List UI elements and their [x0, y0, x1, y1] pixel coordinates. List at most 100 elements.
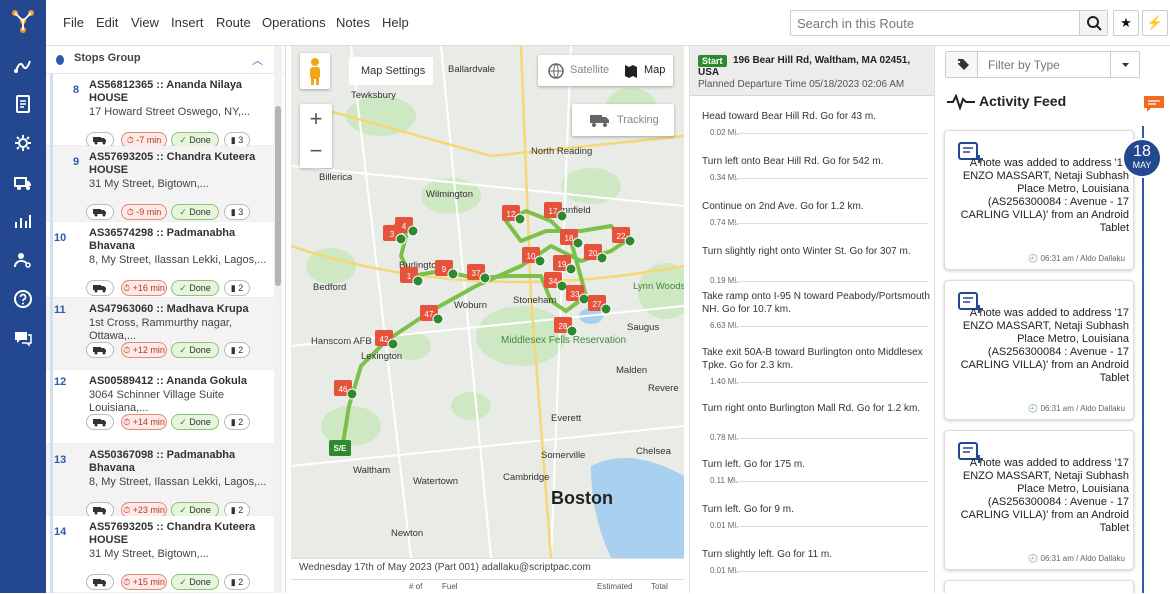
step-divider — [732, 326, 928, 327]
truck-icon — [93, 347, 106, 355]
map-place-label: Chelsea — [636, 446, 672, 457]
menu-view[interactable]: View — [131, 15, 159, 30]
stop-marker-label: 19 — [558, 260, 567, 269]
map-place-label: Boston — [551, 488, 613, 508]
filter-by-type[interactable]: Filter by Type — [945, 51, 1140, 78]
chat-bubble-icon[interactable] — [1143, 95, 1165, 113]
direction-step[interactable]: Turn left onto Bear Hill Rd. Go for 542 … — [702, 155, 930, 182]
direction-step[interactable]: Head toward Bear Hill Rd. Go for 43 m. 0.… — [702, 110, 930, 137]
stop-item[interactable]: 9 AS57693205 :: Chandra Kuteera HOUSE 31 M… — [46, 146, 276, 222]
menu-notes[interactable]: Notes — [336, 15, 370, 30]
menu-edit[interactable]: Edit — [96, 15, 118, 30]
menu-insert[interactable]: Insert — [171, 15, 204, 30]
direction-step[interactable]: Turn left. Go for 175 m. 0.11 Mi. — [702, 458, 930, 485]
activity-card[interactable]: A note was added to address '17 ENZO MAS… — [944, 130, 1134, 270]
notes-count-chip[interactable]: ▮ 2 — [224, 414, 250, 430]
map-settings-label: Map Settings — [361, 65, 426, 77]
map-settings-button[interactable]: Map Settings — [349, 57, 433, 85]
vehicle-chip[interactable] — [86, 342, 114, 358]
report-icon[interactable] — [13, 94, 33, 114]
filter-dropdown[interactable] — [1110, 52, 1139, 77]
favorite-button[interactable]: ★ — [1113, 10, 1139, 36]
app-logo[interactable] — [11, 9, 35, 33]
col-total: Total — [651, 582, 668, 591]
done-check-icon — [432, 313, 444, 325]
stop-marker-label: 10 — [527, 252, 536, 261]
status-chip[interactable]: ✓ Done — [171, 204, 219, 220]
stop-rail — [50, 516, 53, 593]
route-icon[interactable] — [13, 56, 33, 76]
vehicle-chip[interactable] — [86, 280, 114, 296]
time-variance-chip: ⏱ +15 min — [121, 574, 167, 590]
stop-item[interactable]: 10 AS36574298 :: Padmanabha Bhavana 8, My … — [46, 222, 276, 298]
map-place-label: Newton — [391, 528, 423, 539]
stop-title[interactable]: AS00589412 :: Ananda Gokula — [89, 375, 269, 388]
zoom-out-button[interactable]: − — [300, 136, 332, 168]
vehicle-chip[interactable] — [86, 414, 114, 430]
direction-step[interactable]: Turn left. Go for 9 m. 0.01 Mi. — [702, 503, 930, 530]
stop-rail — [50, 146, 53, 222]
date-badge: 18 MAY — [1122, 138, 1162, 178]
chat-icon[interactable] — [13, 328, 33, 348]
direction-step[interactable]: Turn right onto Burlington Mall Rd. Go f… — [702, 402, 930, 442]
stop-item[interactable]: 13 AS50367098 :: Padmanabha Bhavana 8, My … — [46, 444, 276, 518]
route-map[interactable]: Ballardvale Tewksbury North Reading Billeri… — [291, 46, 684, 558]
menu-help[interactable]: Help — [382, 15, 409, 30]
stop-item[interactable]: 11 AS47963060 :: Madhava Krupa 1st Cross, … — [46, 298, 276, 370]
users-settings-icon[interactable] — [13, 250, 33, 270]
status-chip[interactable]: ✓ Done — [171, 574, 219, 590]
notes-count-chip[interactable]: ▮ 2 — [224, 342, 250, 358]
stops-scrollbar[interactable] — [274, 46, 282, 593]
menu-operations[interactable]: Operations — [262, 15, 326, 30]
activity-card[interactable] — [944, 580, 1134, 593]
stop-title[interactable]: AS57693205 :: Chandra Kuteera HOUSE — [89, 151, 269, 177]
direction-step[interactable]: Take ramp onto I-95 N toward Peabody/Por… — [702, 290, 930, 330]
chevron-up-icon[interactable]: ︿ — [252, 52, 263, 68]
vehicle-chip[interactable] — [86, 204, 114, 220]
stop-title[interactable]: AS36574298 :: Padmanabha Bhavana — [89, 227, 269, 253]
step-instruction: Turn left onto Bear Hill Rd. Go for 542 … — [702, 156, 884, 167]
menu-route[interactable]: Route — [216, 15, 251, 30]
stop-title[interactable]: AS56812365 :: Ananda Nilaya HOUSE — [89, 79, 269, 105]
settings-icon[interactable] — [13, 133, 33, 153]
direction-step[interactable]: Take exit 50A-B toward Burlington onto M… — [702, 346, 930, 386]
notes-count-chip[interactable]: ▮ 2 — [224, 280, 250, 296]
stop-item[interactable]: 14 AS57693205 :: Chandra Kuteera HOUSE 31 … — [46, 516, 276, 593]
map-place-label: Waltham — [353, 465, 390, 476]
help-icon[interactable] — [13, 289, 33, 309]
stop-item[interactable]: 12 AS00589412 :: Ananda Gokula 3064 Schinn… — [46, 370, 276, 444]
globe-icon — [56, 55, 64, 65]
search-input[interactable] — [791, 11, 1081, 35]
notes-count-chip[interactable]: ▮ 2 — [224, 574, 250, 590]
vehicle-chip[interactable] — [86, 574, 114, 590]
direction-step[interactable]: Continue on 2nd Ave. Go for 1.2 km. 0.74 … — [702, 200, 930, 227]
activity-card[interactable]: A note was added to address '17 ENZO MAS… — [944, 430, 1134, 570]
dispatch-icon[interactable] — [13, 172, 33, 192]
stop-item[interactable]: 8 AS56812365 :: Ananda Nilaya HOUSE 17 How… — [46, 74, 276, 148]
notes-count-chip[interactable]: ▮ 3 — [224, 204, 250, 220]
tracking-button[interactable]: Tracking — [572, 104, 674, 136]
status-chip[interactable]: ✓ Done — [171, 414, 219, 430]
tag-button[interactable] — [946, 52, 978, 77]
stops-group-header[interactable]: Stops Group ︿ — [46, 46, 285, 74]
satellite-button[interactable]: Satellite — [570, 64, 609, 76]
stop-title[interactable]: AS57693205 :: Chandra Kuteera HOUSE — [89, 521, 269, 547]
status-chip[interactable]: ✓ Done — [171, 342, 219, 358]
time-variance: +23 min — [132, 505, 165, 515]
map-button[interactable]: Map — [644, 64, 665, 76]
stop-title[interactable]: AS47963060 :: Madhava Krupa — [89, 303, 269, 316]
search-icon — [1087, 16, 1102, 31]
scrollbar-thumb[interactable] — [275, 106, 281, 286]
direction-step[interactable]: Turn slightly right onto Winter St. Go f… — [702, 245, 930, 285]
analytics-icon[interactable] — [13, 211, 33, 231]
stop-title[interactable]: AS50367098 :: Padmanabha Bhavana — [89, 449, 269, 475]
search-button[interactable] — [1079, 11, 1107, 35]
direction-step[interactable]: Turn slightly left. Go for 11 m. 0.01 Mi. — [702, 548, 930, 575]
zoom-in-button[interactable]: + — [300, 104, 332, 136]
quick-actions-button[interactable]: ⚡ — [1142, 10, 1168, 36]
timer-icon: ⏱ — [123, 345, 133, 355]
menu-file[interactable]: File — [63, 15, 84, 30]
status-chip[interactable]: ✓ Done — [171, 280, 219, 296]
street-view-button[interactable] — [300, 53, 330, 89]
activity-card[interactable]: A note was added to address '17 ENZO MAS… — [944, 280, 1134, 420]
